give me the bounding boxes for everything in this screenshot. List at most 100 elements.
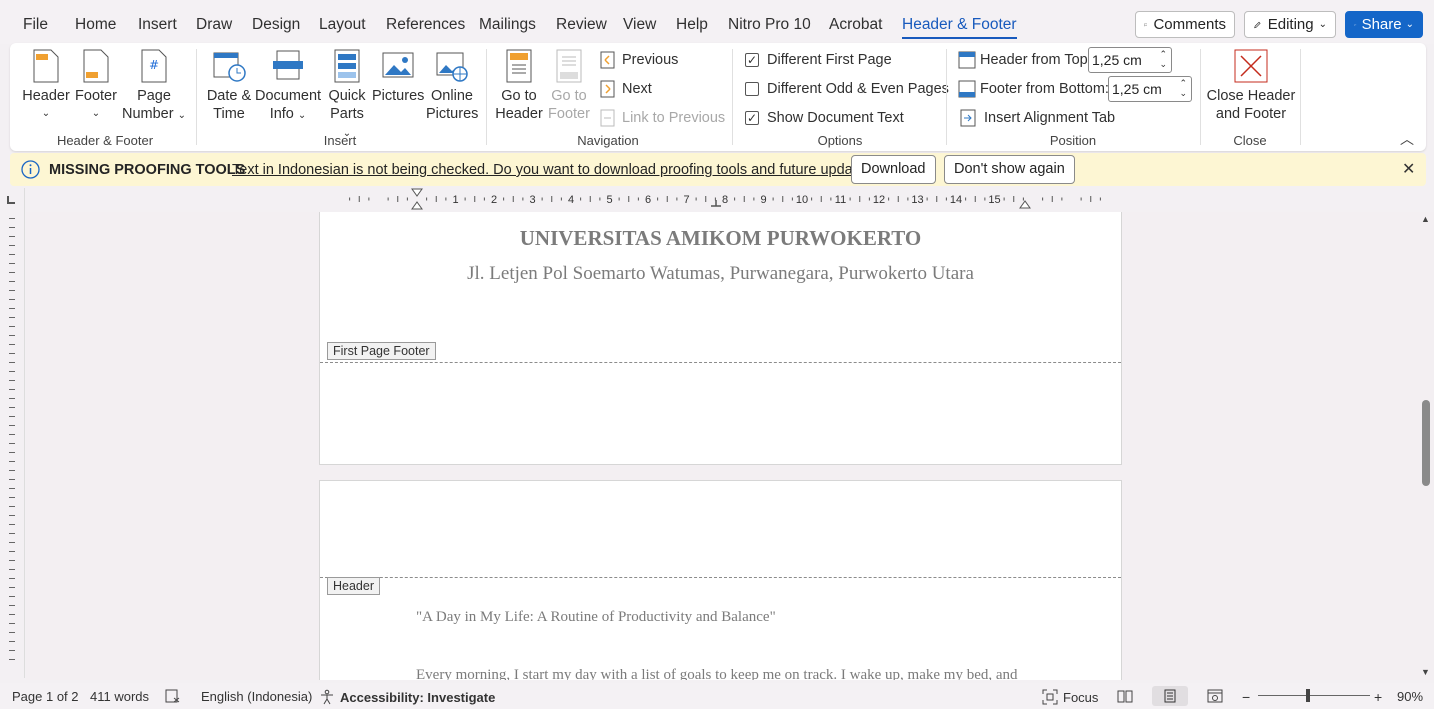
read-mode-icon[interactable] (1117, 689, 1133, 703)
spin-down-icon[interactable]: ⌄ (1179, 88, 1187, 99)
ruler-tick (9, 461, 15, 462)
tab-layout[interactable]: Layout (319, 16, 366, 34)
online-pictures-label-1: Online (431, 88, 473, 104)
page-count[interactable]: Page 1 of 2 (12, 689, 79, 704)
focus-mode-button[interactable]: Focus (1042, 689, 1098, 705)
tab-help[interactable]: Help (676, 16, 708, 34)
zoom-slider[interactable] (1258, 689, 1370, 702)
dont-show-again-button[interactable]: Don't show again (944, 155, 1075, 184)
document-info-button[interactable]: Document Info ⌄ (255, 49, 321, 125)
tab-acrobat[interactable]: Acrobat (829, 16, 882, 34)
footer-from-bottom-input[interactable]: 1,25 cm ⌃ ⌄ (1108, 76, 1192, 102)
scrollbar-thumb[interactable] (1422, 400, 1430, 486)
zoom-slider-thumb[interactable] (1306, 689, 1310, 702)
ruler-tick (9, 308, 15, 309)
different-odd-even-checkbox[interactable]: Different Odd & Even Pages (745, 81, 949, 97)
vertical-scrollbar[interactable]: ▲ ▼ (1418, 212, 1434, 680)
university-name[interactable]: UNIVERSITAS AMIKOM PURWOKERTO (320, 226, 1121, 251)
tab-references[interactable]: References (386, 16, 465, 34)
header-button[interactable]: Header ⌄ (22, 49, 70, 123)
pictures-button[interactable]: Pictures (372, 49, 424, 105)
go-to-header-label-1: Go to (501, 88, 537, 104)
page-1[interactable]: UNIVERSITAS AMIKOM PURWOKERTO Jl. Letjen… (319, 212, 1122, 465)
university-address[interactable]: Jl. Letjen Pol Soemarto Watumas, Purwane… (320, 263, 1121, 285)
horizontal-ruler[interactable]: 1 2 3 4 5 6 7 8 9 10 11 12 13 14 15 (320, 188, 1120, 210)
share-button[interactable]: Share ⌄ (1345, 11, 1423, 38)
download-button[interactable]: Download (851, 155, 936, 184)
center-tab-marker[interactable] (711, 200, 721, 207)
spin-down-icon[interactable]: ⌄ (1159, 59, 1167, 70)
show-document-text-checkbox[interactable]: ✓ Show Document Text (745, 110, 904, 126)
go-to-footer-icon (556, 49, 582, 83)
header-tag: Header (327, 577, 380, 595)
comments-button[interactable]: Comments (1135, 11, 1235, 38)
document-canvas[interactable]: UNIVERSITAS AMIKOM PURWOKERTO Jl. Letjen… (26, 212, 1418, 680)
previous-button[interactable]: Previous (600, 51, 678, 69)
zoom-out-button[interactable]: − (1242, 689, 1250, 705)
tab-nitro-pro[interactable]: Nitro Pro 10 (728, 16, 811, 34)
quick-parts-button[interactable]: Quick Parts ⌄ (324, 49, 370, 143)
tab-header-footer[interactable]: Header & Footer (902, 16, 1017, 39)
page-2[interactable]: Header "A Day in My Life: A Routine of P… (319, 480, 1122, 680)
ruler-number: 9 (760, 194, 766, 206)
group-label-navigation: Navigation (577, 133, 639, 148)
ruler-tick (9, 380, 15, 381)
focus-label: Focus (1063, 689, 1099, 705)
go-to-footer-label-2: Footer (548, 106, 590, 122)
tab-review[interactable]: Review (556, 16, 607, 34)
essay-title[interactable]: "A Day in My Life: A Routine of Producti… (416, 609, 776, 626)
tab-design[interactable]: Design (252, 16, 300, 34)
go-to-header-button[interactable]: Go to Header (494, 49, 544, 123)
editing-mode-button[interactable]: Editing ⌄ (1244, 11, 1336, 38)
essay-paragraph[interactable]: Every morning, I start my day with a lis… (416, 667, 1018, 680)
collapse-ribbon-icon[interactable]: ︿ (1400, 129, 1414, 149)
header-from-top-input[interactable]: 1,25 cm ⌃ ⌄ (1088, 47, 1172, 73)
tab-mailings[interactable]: Mailings (479, 16, 536, 34)
word-count[interactable]: 411 words (90, 689, 149, 704)
tab-home[interactable]: Home (75, 16, 116, 34)
vertical-ruler[interactable] (0, 188, 25, 678)
ruler-tick (9, 416, 15, 417)
chevron-down-icon: ⌄ (41, 108, 51, 119)
proofing-icon[interactable] (165, 689, 181, 703)
insert-alignment-tab-button[interactable]: Insert Alignment Tab (960, 109, 1115, 127)
ruler-tick (9, 398, 15, 399)
group-separator (946, 49, 947, 145)
accessibility-status[interactable]: Accessibility: Investigate (319, 689, 495, 705)
print-layout-icon[interactable] (1152, 686, 1188, 706)
ruler-tick (9, 389, 15, 390)
footer-button[interactable]: Footer ⌄ (73, 49, 119, 123)
ruler-tick (9, 632, 15, 633)
tab-view[interactable]: View (623, 16, 656, 34)
language-status[interactable]: English (Indonesia) (201, 689, 312, 704)
close-header-footer-button[interactable]: Close Header and Footer (1206, 49, 1296, 123)
tab-draw[interactable]: Draw (196, 16, 232, 34)
ruler-tick (9, 299, 15, 300)
scroll-down-icon[interactable]: ▼ (1421, 667, 1430, 677)
ruler-tick (9, 614, 15, 615)
next-button[interactable]: Next (600, 80, 652, 98)
infobar-message-link[interactable]: Text in Indonesian is not being checked.… (232, 162, 880, 178)
web-layout-icon[interactable] (1207, 689, 1223, 703)
scroll-up-icon[interactable]: ▲ (1421, 214, 1430, 224)
ruler-number: 3 (529, 194, 535, 206)
tab-file[interactable]: File (23, 16, 48, 34)
group-separator (196, 49, 197, 145)
different-odd-even-label: Different Odd & Even Pages (767, 81, 949, 97)
different-first-page-checkbox[interactable]: ✓ Different First Page (745, 52, 892, 68)
page-number-button[interactable]: # Page Number ⌄ (122, 49, 186, 125)
link-to-previous-button[interactable]: Link to Previous (600, 109, 725, 127)
go-to-footer-button[interactable]: Go to Footer (544, 49, 594, 123)
footer-from-bottom: Footer from Bottom: (958, 80, 1109, 98)
footer-icon (83, 49, 109, 83)
zoom-level[interactable]: 90% (1397, 689, 1423, 704)
tab-selector-icon[interactable] (7, 196, 15, 204)
tab-insert[interactable]: Insert (138, 16, 177, 34)
right-indent-marker[interactable] (1019, 200, 1031, 209)
online-pictures-button[interactable]: Online Pictures (426, 49, 478, 123)
chevron-down-icon: ⌄ (1405, 19, 1414, 30)
ruler-tick (9, 272, 15, 273)
close-icon[interactable]: ✕ (1402, 159, 1415, 179)
zoom-in-button[interactable]: + (1374, 689, 1382, 705)
date-time-button[interactable]: Date & Time (204, 49, 254, 123)
